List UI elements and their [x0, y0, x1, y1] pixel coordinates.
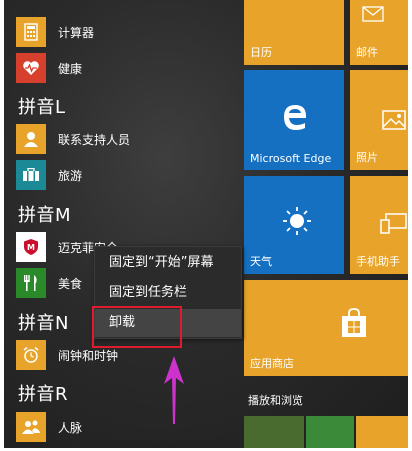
tile-label: 手机助手 [356, 255, 400, 268]
tile-mail[interactable]: 邮件 [350, 0, 408, 65]
app-label: 联系支持人员 [58, 132, 131, 147]
tile-label: 应用商店 [250, 357, 294, 370]
alarm-clock-icon [16, 340, 46, 370]
annotation-highlight-box [92, 306, 182, 348]
sun-icon [282, 206, 312, 240]
tile-phone-companion[interactable]: 手机助手 [350, 176, 408, 274]
app-label: 计算器 [58, 25, 95, 40]
annotation-arrow-icon [162, 356, 186, 428]
menu-item-pin-to-start[interactable]: 固定到“开始”屏幕 [95, 249, 241, 277]
tile-section-header: 播放和浏览 [248, 394, 303, 407]
app-label: 闹钟和时钟 [58, 348, 119, 363]
photo-icon [382, 110, 406, 134]
app-item-people[interactable]: 人脉 [16, 411, 236, 443]
tile-microsoft-edge[interactable]: Microsoft Edge [244, 70, 344, 170]
app-item-contact-support[interactable]: 联系支持人员 [16, 123, 236, 155]
group-header-n[interactable]: 拼音N [18, 309, 69, 335]
tile-media-2[interactable] [356, 416, 408, 448]
store-bag-icon [340, 308, 368, 342]
app-label: 健康 [58, 61, 83, 76]
tile-label: 照片 [356, 151, 378, 164]
tile-label: 天气 [250, 255, 272, 268]
svg-text:M: M [27, 243, 35, 252]
mcafee-shield-icon: M [16, 232, 46, 262]
app-label: 旅游 [58, 168, 83, 183]
tile-photos[interactable]: 照片 [350, 70, 408, 170]
contact-support-icon [16, 124, 46, 154]
food-icon [16, 268, 46, 298]
tile-grid: 日历 邮件 Microsoft Edge 照片 天气 手机助手 应用商店 播放和… [240, 0, 408, 448]
tile-label: 邮件 [356, 46, 378, 59]
tile-label: Microsoft Edge [250, 152, 332, 165]
group-header-r[interactable]: 拼音R [18, 380, 68, 406]
app-item-travel[interactable]: 旅游 [16, 159, 236, 191]
app-label: 人脉 [58, 420, 83, 435]
tile-calendar[interactable]: 日历 [244, 0, 344, 65]
tile-label: 日历 [250, 46, 272, 59]
people-icon [16, 412, 46, 442]
tile-media[interactable] [306, 416, 354, 448]
edge-icon [278, 100, 310, 136]
health-heart-icon [16, 53, 46, 83]
app-list: 计算器 健康 拼音L 联系支持人员 旅游 拼音M M 迈克菲安全 美食 拼音N … [4, 0, 236, 448]
menu-item-pin-to-taskbar[interactable]: 固定到任务栏 [95, 279, 241, 307]
group-header-m[interactable]: 拼音M [18, 201, 71, 227]
group-header-l[interactable]: 拼音L [18, 93, 66, 119]
app-item-calculator[interactable]: 计算器 [16, 16, 236, 48]
suitcase-icon [16, 160, 46, 190]
tile-store[interactable]: 应用商店 [244, 280, 408, 376]
tile-game[interactable] [244, 416, 304, 448]
start-menu: 计算器 健康 拼音L 联系支持人员 旅游 拼音M M 迈克菲安全 美食 拼音N … [4, 0, 408, 448]
calculator-icon [16, 17, 46, 47]
mail-icon [362, 6, 384, 26]
app-item-health[interactable]: 健康 [16, 52, 236, 84]
tile-weather[interactable]: 天气 [244, 176, 344, 274]
phone-companion-icon [380, 212, 408, 238]
app-label: 美食 [58, 276, 83, 291]
